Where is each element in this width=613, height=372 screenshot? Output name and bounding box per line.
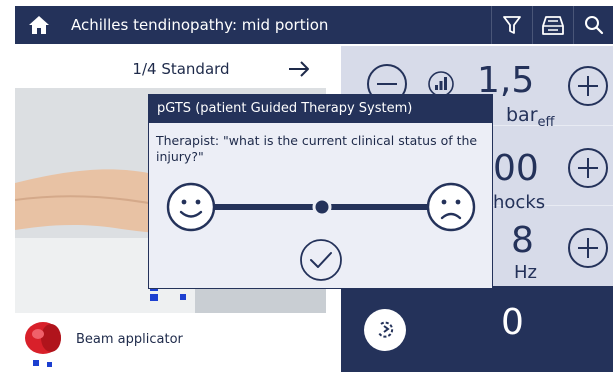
filter-button[interactable] bbox=[491, 6, 532, 44]
counter-row: 0 bbox=[341, 286, 613, 372]
dialog-question: Therapist: "what is the current clinical… bbox=[156, 133, 478, 164]
shocks-value: 00 bbox=[493, 148, 539, 189]
status-slider[interactable] bbox=[215, 195, 429, 219]
next-standard-button[interactable] bbox=[283, 50, 315, 88]
standard-nav: 1/4 Standard bbox=[15, 50, 341, 88]
top-bar: Achilles tendinopathy: mid portion bbox=[0, 0, 613, 46]
dialog-title: pGTS (patient Guided Therapy System) bbox=[149, 95, 492, 123]
search-button[interactable] bbox=[573, 6, 613, 44]
sad-face-icon[interactable] bbox=[425, 181, 477, 233]
filter-icon bbox=[503, 16, 521, 34]
home-icon bbox=[29, 16, 49, 34]
frequency-unit: Hz bbox=[514, 262, 537, 283]
reset-counter-button[interactable] bbox=[364, 309, 406, 351]
home-button[interactable] bbox=[15, 6, 63, 44]
reset-icon bbox=[378, 321, 394, 338]
frequency-value: 8 bbox=[511, 220, 534, 261]
pressure-increase-button[interactable] bbox=[568, 66, 608, 106]
shocks-increase-button[interactable] bbox=[568, 148, 608, 188]
device-button[interactable] bbox=[532, 6, 573, 44]
smile-icon[interactable] bbox=[165, 181, 217, 233]
confirm-button[interactable] bbox=[298, 237, 344, 283]
frequency-increase-button[interactable] bbox=[568, 228, 608, 268]
pgts-dialog: pGTS (patient Guided Therapy System) The… bbox=[148, 94, 493, 289]
arrow-right-icon bbox=[289, 61, 309, 77]
standard-label: 1/4 Standard bbox=[132, 60, 230, 78]
device-icon bbox=[542, 16, 564, 35]
title-bar: Achilles tendinopathy: mid portion bbox=[15, 6, 613, 44]
slider-knob[interactable] bbox=[312, 197, 332, 217]
shock-counter: 0 bbox=[501, 302, 524, 343]
pressure-unit-main: bar bbox=[506, 104, 538, 126]
applicator-row[interactable]: Beam applicator bbox=[15, 316, 341, 372]
applicator-label: Beam applicator bbox=[76, 332, 183, 347]
beam-applicator-icon bbox=[25, 322, 61, 367]
page-title: Achilles tendinopathy: mid portion bbox=[71, 16, 329, 34]
search-icon bbox=[585, 16, 604, 35]
